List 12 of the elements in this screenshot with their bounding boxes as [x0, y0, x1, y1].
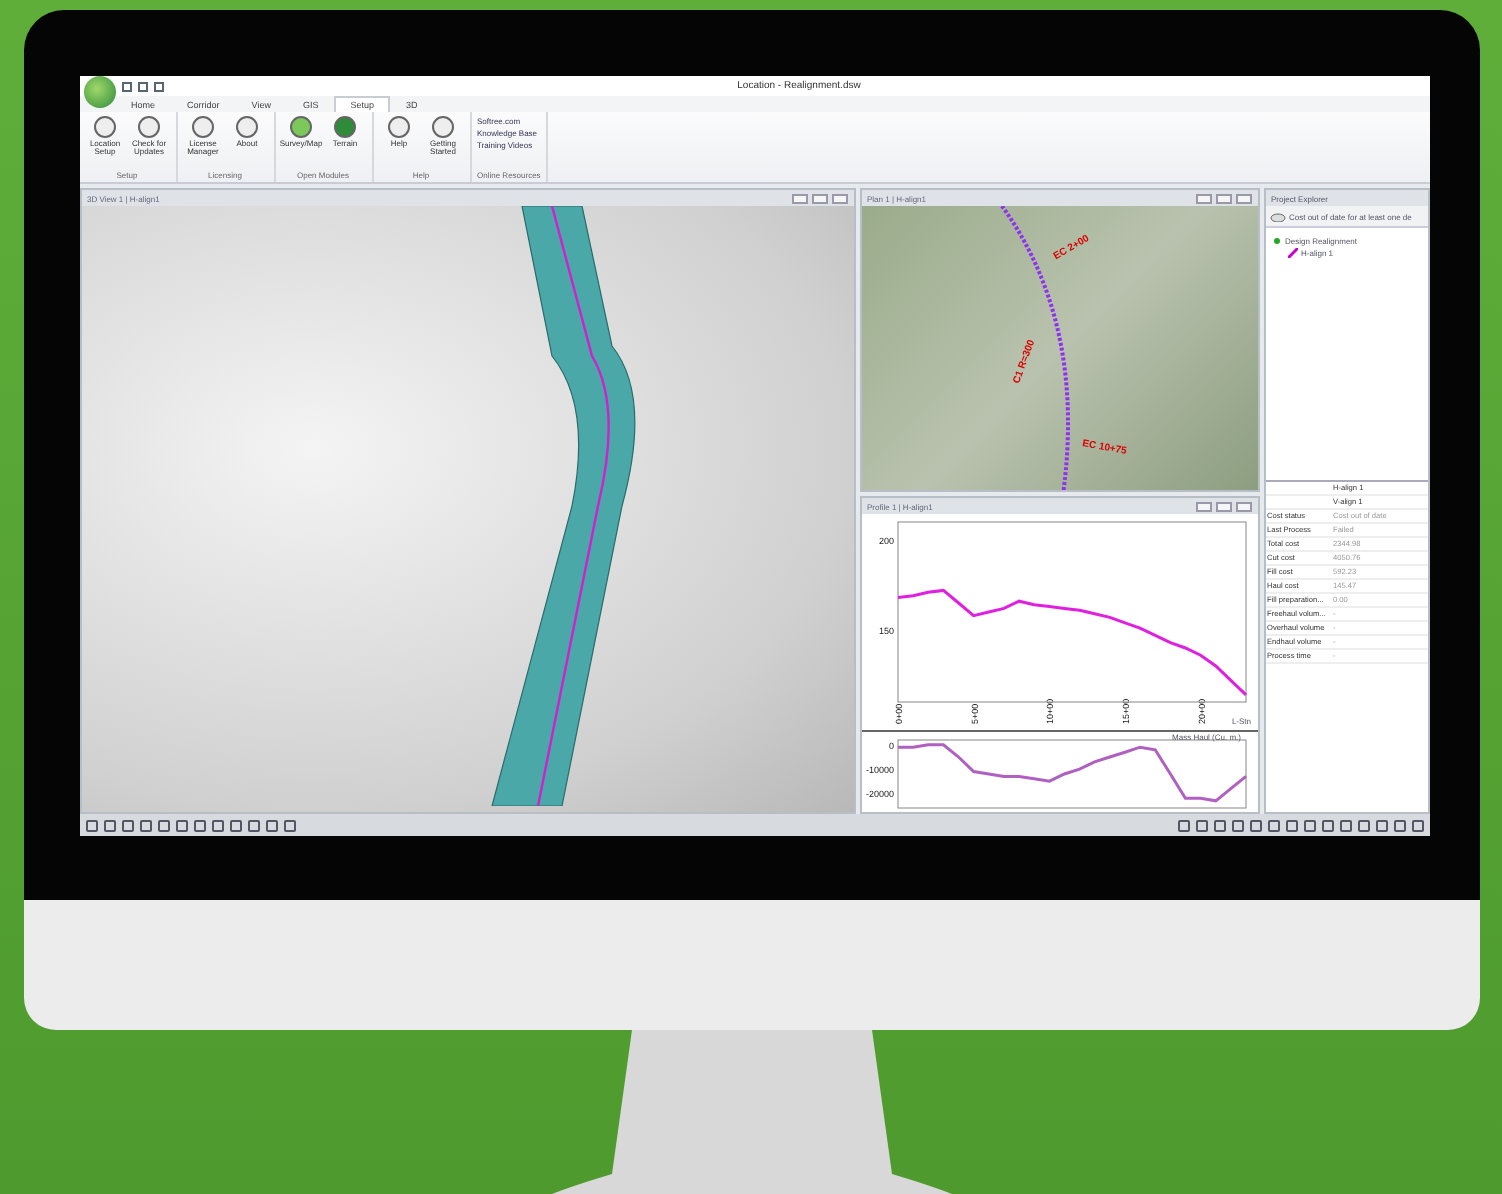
ribbon-button-icon [94, 116, 116, 138]
alignment-icon [1287, 247, 1297, 257]
design-dot-icon [1271, 235, 1281, 245]
ribbon-button-icon [192, 116, 214, 138]
ribbon-button-icon [236, 116, 258, 138]
cloud-icon [1269, 210, 1285, 222]
ribbon-button-icon [432, 116, 454, 138]
ribbon-button-icon [138, 116, 160, 138]
app-logo[interactable] [83, 76, 115, 108]
ribbon-button-icon [334, 116, 356, 138]
ribbon-button-icon [388, 116, 410, 138]
ribbon-button-icon [290, 116, 312, 138]
